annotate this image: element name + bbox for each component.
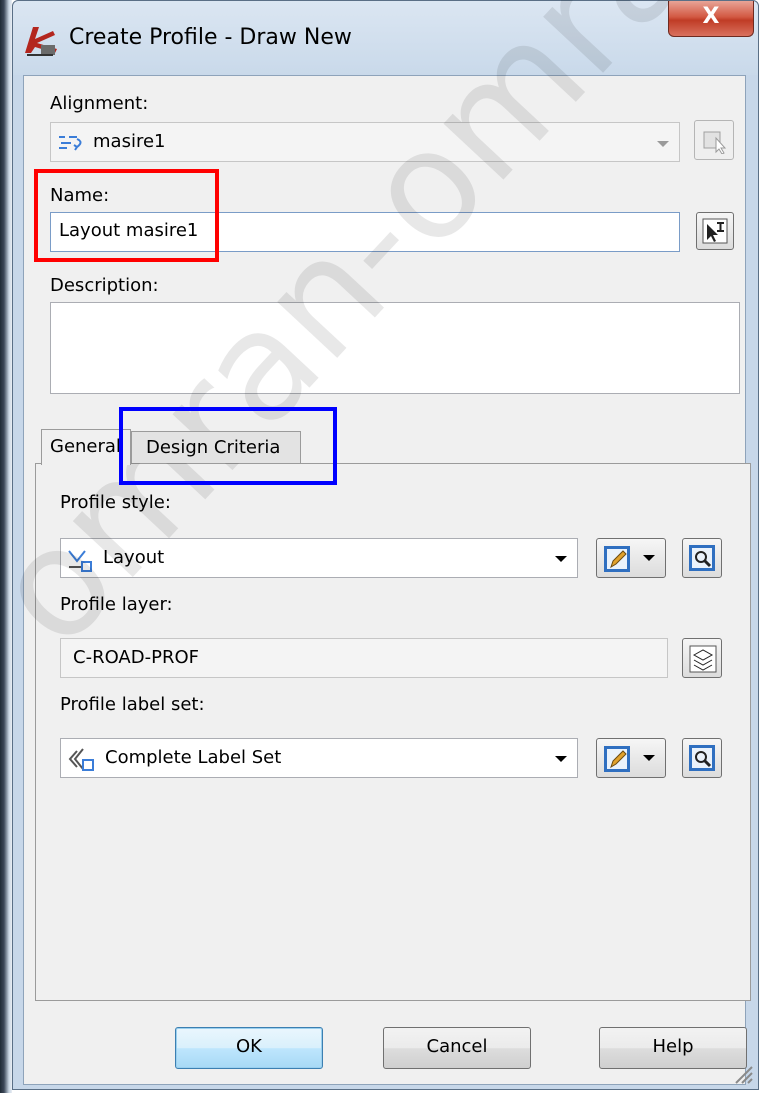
profile-layer-label: Profile layer: (60, 594, 173, 615)
chevron-down-icon (555, 756, 567, 762)
profile-label-set-select[interactable]: Complete Label Set (60, 738, 578, 778)
label-set-browse-button[interactable] (682, 738, 722, 778)
pick-name-icon (702, 218, 728, 244)
label-set-edit-button[interactable] (596, 738, 666, 778)
profile-layer-field[interactable]: C-ROAD-PROF (60, 638, 668, 678)
profile-style-icon (68, 550, 92, 572)
pick-from-drawing-icon (703, 131, 727, 154)
create-profile-dialog: Create Profile - Draw New X Alignment: m… (12, 0, 759, 1090)
edit-style-icon (604, 546, 630, 572)
label-set-icon (68, 748, 94, 771)
edit-style-icon (604, 746, 630, 772)
profile-label-set-label: Profile label set: (60, 694, 205, 715)
close-button[interactable]: X (668, 1, 754, 37)
pick-alignment-button[interactable] (694, 120, 734, 160)
help-button[interactable]: Help (599, 1027, 747, 1069)
description-field[interactable] (50, 302, 740, 394)
title-bar[interactable]: Create Profile - Draw New X (13, 1, 758, 75)
tab-general-label: General (50, 436, 121, 457)
chevron-down-icon (643, 755, 655, 761)
app-icon (25, 27, 57, 56)
alignment-value: masire1 (93, 131, 166, 152)
ok-button[interactable]: OK (175, 1027, 323, 1069)
profile-style-value: Layout (103, 547, 165, 568)
name-template-button[interactable] (696, 212, 734, 250)
chevron-down-icon (643, 555, 655, 561)
window-title: Create Profile - Draw New (69, 25, 352, 50)
alignment-icon (59, 136, 82, 151)
profile-style-browse-button[interactable] (682, 538, 722, 578)
tab-general[interactable]: General (41, 429, 131, 465)
general-tab-panel: Profile style: Layout Profile layer: C-R… (35, 463, 751, 1001)
layer-icon (689, 645, 717, 673)
profile-layer-button[interactable] (682, 638, 722, 678)
cancel-button[interactable]: Cancel (383, 1027, 531, 1069)
profile-style-select[interactable]: Layout (60, 538, 578, 578)
chevron-down-icon (555, 556, 567, 562)
design-criteria-highlight-box (119, 407, 337, 485)
browse-icon (689, 545, 715, 571)
name-highlight-box (34, 169, 219, 262)
profile-style-label: Profile style: (60, 492, 171, 513)
browse-icon (689, 745, 715, 771)
description-label: Description: (50, 275, 159, 296)
chevron-down-icon (657, 141, 669, 147)
profile-style-edit-button[interactable] (596, 538, 666, 578)
profile-label-set-value: Complete Label Set (105, 747, 282, 768)
profile-layer-value: C-ROAD-PROF (73, 647, 199, 668)
alignment-label: Alignment: (50, 93, 149, 114)
resize-grip-icon[interactable] (732, 1063, 754, 1085)
background-window-edge (0, 0, 12, 1093)
alignment-select[interactable]: masire1 (50, 122, 680, 162)
